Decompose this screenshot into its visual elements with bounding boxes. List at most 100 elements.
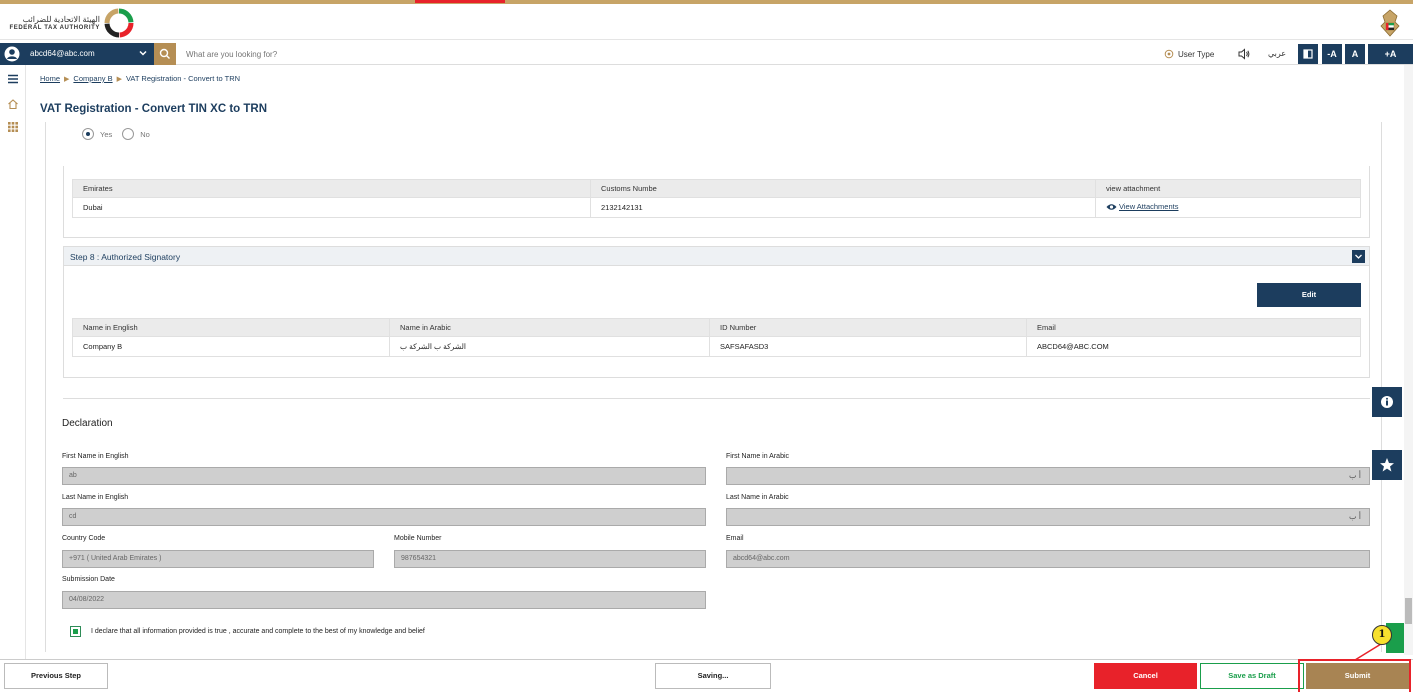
last-name-en-field[interactable]: cd xyxy=(62,508,706,526)
view-attachments-label: View Attachments xyxy=(1119,202,1179,212)
email-field[interactable]: abcd64@abc.com xyxy=(726,550,1370,568)
last-name-en-label: Last Name in English xyxy=(62,494,129,501)
left-rail xyxy=(0,65,26,693)
info-icon xyxy=(1381,396,1393,408)
collapse-toggle-button[interactable] xyxy=(1352,250,1365,263)
country-code-label: Country Code xyxy=(62,535,106,542)
arabic-keyboard-hint: أ ب xyxy=(1349,471,1361,480)
user-menu[interactable]: abcd64@abc.com xyxy=(0,43,154,65)
scrollbar-thumb[interactable] xyxy=(1405,598,1412,624)
apps-grid-icon[interactable] xyxy=(7,121,19,133)
home-icon[interactable] xyxy=(7,98,19,110)
breadcrumb-company[interactable]: Company B xyxy=(73,74,112,83)
column-header: Email xyxy=(1026,318,1361,337)
submission-date-field[interactable]: 04/08/2022 xyxy=(62,591,706,609)
search-icon xyxy=(159,48,170,59)
column-header: ID Number xyxy=(709,318,1027,337)
step8-header[interactable]: Step 8 : Authorized Signatory xyxy=(63,246,1370,266)
table-row: Company B الشركة ب الشركة ب SAFSAFASD3 A… xyxy=(72,336,1361,357)
table-header-row: Name in English Name in Arabic ID Number… xyxy=(72,318,1361,337)
speaker-icon[interactable] xyxy=(1238,48,1250,60)
mobile-number-label: Mobile Number xyxy=(394,535,442,542)
font-increase-button[interactable]: +A xyxy=(1368,44,1413,64)
chevron-down-icon[interactable] xyxy=(138,48,148,58)
customs-table: Emirates Customs Numbe view attachment D… xyxy=(72,179,1361,218)
country-code-field[interactable]: +971 ( United Arab Emirates ) xyxy=(62,550,374,568)
language-arabic-link[interactable]: عربي xyxy=(1268,49,1286,58)
search-button[interactable] xyxy=(154,43,176,65)
section-divider xyxy=(63,398,1370,399)
font-decrease-button[interactable]: -A xyxy=(1322,44,1342,64)
attachment-cell: View Attachments xyxy=(1095,197,1361,218)
org-name-arabic: الهيئة الاتحادية للضرائب xyxy=(22,15,100,24)
star-icon xyxy=(1380,458,1394,472)
breadcrumb-current: VAT Registration - Convert to TRN xyxy=(125,74,241,83)
column-header: Emirates xyxy=(72,179,591,198)
step8-title: Step 8 : Authorized Signatory xyxy=(70,252,181,262)
radio-yes-label: Yes xyxy=(100,129,113,139)
declaration-checkbox[interactable] xyxy=(70,626,81,637)
declaration-text: I declare that all information provided … xyxy=(91,628,425,635)
page-title: VAT Registration - Convert TIN XC to TRN xyxy=(40,103,268,115)
site-header: الهيئة الاتحادية للضرائب FEDERAL TAX AUT… xyxy=(0,4,1413,40)
previous-step-button[interactable]: Previous Step xyxy=(4,663,108,689)
column-header: Customs Numbe xyxy=(590,179,1096,198)
search-input[interactable] xyxy=(180,45,580,63)
declaration-checkbox-row: I declare that all information provided … xyxy=(70,626,425,637)
top-toolbar: abcd64@abc.com User Type عربي -A A +A xyxy=(0,43,1413,65)
last-name-ar-label: Last Name in Arabic xyxy=(726,494,789,501)
first-name-ar-field[interactable]: أ ب xyxy=(726,467,1370,485)
info-button[interactable] xyxy=(1372,387,1402,417)
user-type-selector[interactable]: User Type xyxy=(1164,45,1214,63)
save-as-draft-button[interactable]: Save as Draft xyxy=(1200,663,1304,689)
eye-icon xyxy=(1106,204,1117,210)
top-red-accent xyxy=(415,0,505,3)
first-name-en-field[interactable]: ab xyxy=(62,467,706,485)
emirate-cell: Dubai xyxy=(72,197,591,218)
email-cell: ABCD64@ABC.COM xyxy=(1026,336,1361,357)
breadcrumb-home[interactable]: Home xyxy=(40,74,60,83)
table-header-row: Emirates Customs Numbe view attachment xyxy=(72,179,1361,198)
radio-no[interactable] xyxy=(122,128,135,140)
fta-logo-icon[interactable] xyxy=(104,8,134,38)
name-arabic-cell: الشركة ب الشركة ب xyxy=(389,336,710,357)
favorite-button[interactable] xyxy=(1372,450,1402,480)
breadcrumb-separator-icon: ▶ xyxy=(116,75,122,83)
customs-number-cell: 2132142131 xyxy=(590,197,1096,218)
table-row: Dubai 2132142131 View Attachments xyxy=(72,197,1361,218)
font-normal-button[interactable]: A xyxy=(1345,44,1365,64)
radio-yes[interactable] xyxy=(82,128,94,140)
breadcrumb: Home ▶ Company B ▶ VAT Registration - Co… xyxy=(40,74,240,83)
submit-highlight-box xyxy=(1298,659,1411,692)
callout-number-badge: 1 xyxy=(1372,625,1392,645)
gear-icon xyxy=(1164,49,1174,59)
contrast-toggle-button[interactable] xyxy=(1298,44,1318,64)
first-name-ar-label: First Name in Arabic xyxy=(726,453,790,460)
user-type-label: User Type xyxy=(1178,49,1215,59)
page-scrollbar[interactable] xyxy=(1404,65,1413,655)
column-header: Name in English xyxy=(72,318,390,337)
view-attachments-link[interactable]: View Attachments xyxy=(1106,202,1178,211)
name-english-cell: Company B xyxy=(72,336,390,357)
fta-logo-text: الهيئة الاتحادية للضرائب FEDERAL TAX AUT… xyxy=(4,15,101,33)
email-label: Email xyxy=(726,535,744,542)
chevron-down-icon xyxy=(1355,254,1362,259)
uae-emblem-icon xyxy=(1380,9,1400,37)
edit-button[interactable]: Edit xyxy=(1257,283,1361,307)
id-number-cell: SAFSAFASD3 xyxy=(709,336,1027,357)
cancel-button[interactable]: Cancel xyxy=(1094,663,1197,689)
mobile-number-field[interactable]: 987654321 xyxy=(394,550,706,568)
saving-button[interactable]: Saving... xyxy=(655,663,771,689)
column-header: view attachment xyxy=(1095,179,1361,198)
arabic-keyboard-hint: أ ب xyxy=(1349,512,1361,521)
radio-no-label: No xyxy=(140,129,150,139)
user-avatar-icon xyxy=(4,46,20,62)
submission-date-label: Submission Date xyxy=(62,576,115,583)
breadcrumb-separator-icon: ▶ xyxy=(64,75,70,83)
signatory-table: Name in English Name in Arabic ID Number… xyxy=(72,318,1361,357)
org-name-english: FEDERAL TAX AUTHORITY xyxy=(9,25,100,31)
first-name-en-label: First Name in English xyxy=(62,453,129,460)
last-name-ar-field[interactable]: أ ب xyxy=(726,508,1370,526)
declaration-title: Declaration xyxy=(62,418,113,429)
menu-icon[interactable] xyxy=(7,73,19,85)
